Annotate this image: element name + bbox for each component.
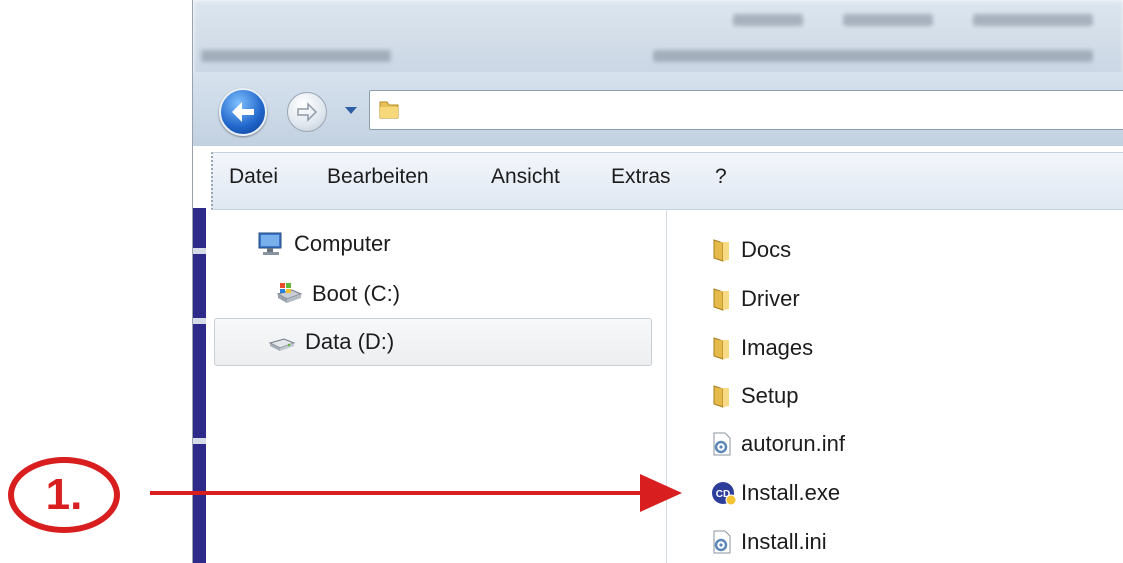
file-name: Setup xyxy=(741,383,799,408)
pointer-arrow-line xyxy=(150,491,650,495)
folder-icon xyxy=(711,335,733,361)
list-item-autorun-inf[interactable]: autorun.inf xyxy=(711,424,845,464)
system-drive-icon xyxy=(274,280,304,308)
navigation-bar xyxy=(193,72,1123,146)
file-name: Install.exe xyxy=(741,480,841,505)
list-item-driver[interactable]: Driver xyxy=(711,279,800,319)
list-item-docs[interactable]: Docs xyxy=(711,230,791,270)
folder-icon xyxy=(379,101,399,119)
tree-item-computer[interactable]: Computer xyxy=(256,224,391,264)
menu-ansicht[interactable]: Ansicht xyxy=(491,165,560,189)
list-item-install-ini[interactable]: Install.ini xyxy=(711,522,827,562)
settings-file-icon xyxy=(711,529,733,555)
folder-icon xyxy=(711,286,733,312)
recent-pages-dropdown[interactable] xyxy=(345,107,357,114)
settings-file-icon xyxy=(711,431,733,457)
tree-item-label: Data (D:) xyxy=(305,329,395,354)
file-name: Install.ini xyxy=(741,529,827,554)
file-name: Driver xyxy=(741,286,800,311)
pointer-arrow-head xyxy=(640,474,682,512)
folder-icon xyxy=(711,237,733,263)
menu-bar: Datei Bearbeiten Ansicht Extras ? xyxy=(211,152,1123,210)
tree-item-label: Boot (C:) xyxy=(312,281,401,306)
step-marker: 1. xyxy=(8,457,120,533)
menu-extras[interactable]: Extras xyxy=(611,165,671,189)
back-arrow-icon xyxy=(232,102,254,122)
navigation-pane: Computer Boot (C:) Data (D:) xyxy=(206,210,667,563)
title-bar xyxy=(193,0,1123,80)
forward-arrow-icon xyxy=(297,102,318,122)
installer-icon: CD xyxy=(711,480,737,506)
tree-item-label: Computer xyxy=(294,231,391,256)
drive-icon xyxy=(267,328,297,356)
file-name: Docs xyxy=(741,237,792,262)
menu-datei[interactable]: Datei xyxy=(229,165,278,189)
step-number: 1. xyxy=(45,470,83,519)
list-item-setup[interactable]: Setup xyxy=(711,376,799,416)
file-name: Images xyxy=(741,335,814,360)
list-item-images[interactable]: Images xyxy=(711,328,813,368)
menu-bearbeiten[interactable]: Bearbeiten xyxy=(327,165,429,189)
back-button[interactable] xyxy=(219,88,267,136)
tree-item-data-drive[interactable]: Data (D:) xyxy=(214,318,652,366)
folder-icon xyxy=(711,383,733,409)
forward-button[interactable] xyxy=(287,92,327,132)
window-edge-accent xyxy=(193,208,206,563)
menu-help[interactable]: ? xyxy=(715,165,727,189)
address-bar[interactable] xyxy=(369,90,1123,130)
list-item-install-exe[interactable]: CD Install.exe xyxy=(711,473,840,513)
computer-icon xyxy=(256,230,286,258)
file-name: autorun.inf xyxy=(741,431,845,456)
file-list: Docs Driver Images Setup autorun.inf CD … xyxy=(667,210,1123,563)
tree-item-boot-drive[interactable]: Boot (C:) xyxy=(274,274,400,314)
